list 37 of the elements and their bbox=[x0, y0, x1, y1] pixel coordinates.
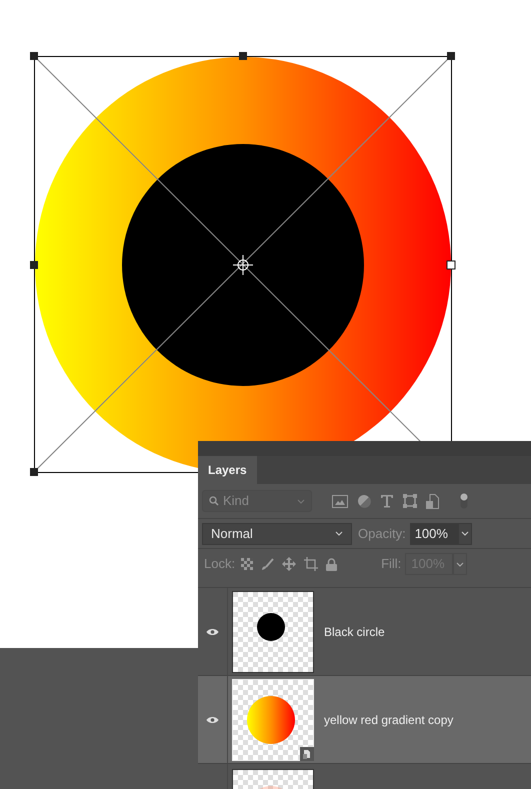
transform-handle[interactable] bbox=[30, 468, 38, 476]
eye-icon[interactable] bbox=[206, 628, 219, 636]
lock-icon[interactable] bbox=[326, 558, 338, 570]
checkerboard-icon[interactable] bbox=[241, 558, 254, 570]
caret-icon bbox=[297, 498, 305, 504]
fill-dropdown-button[interactable] bbox=[453, 553, 468, 575]
layer-name: yellow red gradient copy bbox=[324, 712, 454, 728]
transform-handle[interactable] bbox=[446, 260, 456, 270]
pivot-point-icon[interactable] bbox=[232, 254, 254, 276]
transform-handle[interactable] bbox=[239, 52, 247, 60]
search-icon bbox=[209, 496, 219, 506]
caret-icon bbox=[456, 562, 464, 566]
lock-label: Lock: bbox=[204, 555, 236, 574]
layer-row[interactable]: Black circle bbox=[198, 588, 531, 676]
transform-handle[interactable] bbox=[447, 52, 455, 60]
toggle-icon[interactable] bbox=[460, 493, 468, 509]
opacity-dropdown-button[interactable] bbox=[458, 522, 472, 544]
panel-tab[interactable]: Layers bbox=[198, 456, 257, 484]
opacity-field[interactable]: 100% bbox=[410, 522, 458, 544]
caret-icon bbox=[460, 531, 469, 536]
caret-icon bbox=[335, 531, 343, 536]
image-icon[interactable] bbox=[332, 494, 348, 508]
layer-name: Black circle bbox=[324, 624, 385, 640]
shape-icon[interactable] bbox=[403, 494, 417, 508]
blend-mode-dropdown[interactable]: Normal bbox=[202, 522, 352, 544]
fill-label: Fill: bbox=[381, 555, 402, 574]
move-icon[interactable] bbox=[282, 557, 296, 571]
eye-icon[interactable] bbox=[206, 716, 219, 724]
text-icon[interactable] bbox=[380, 494, 394, 508]
document-icon[interactable] bbox=[426, 494, 439, 508]
opacity-label: Opacity: bbox=[358, 524, 406, 543]
half-circle-icon[interactable] bbox=[357, 494, 371, 508]
brush-icon[interactable] bbox=[261, 558, 274, 570]
layer-row[interactable]: yellow red gradient copy bbox=[198, 676, 531, 764]
transform-handle[interactable] bbox=[30, 261, 38, 269]
transform-handle[interactable] bbox=[30, 52, 38, 60]
crop-icon[interactable] bbox=[304, 557, 318, 571]
